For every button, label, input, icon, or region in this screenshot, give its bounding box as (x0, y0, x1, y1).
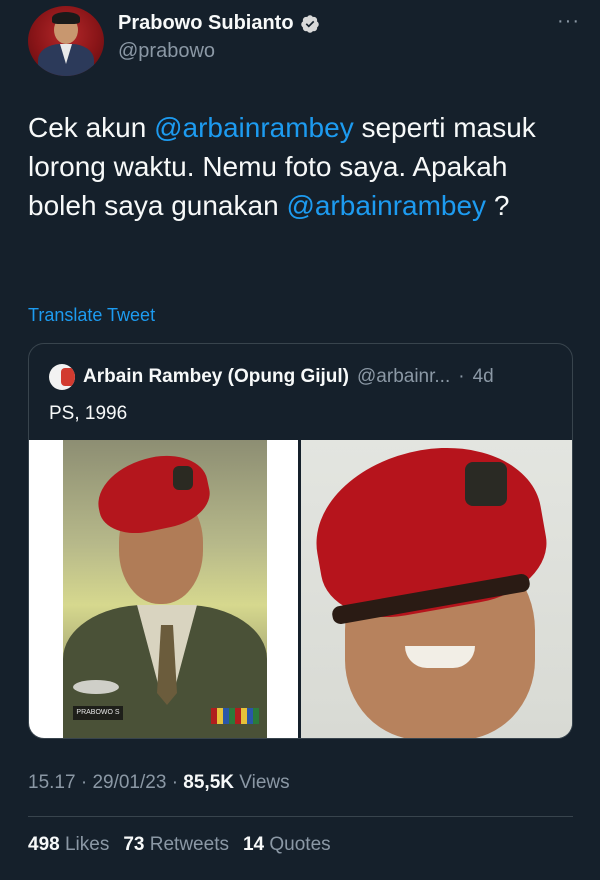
quoted-separator: · (458, 366, 465, 387)
meta-separator: · (80, 772, 88, 793)
views-count: 85,5K (183, 772, 234, 793)
quotes-count: 14 (242, 834, 265, 855)
more-options-icon[interactable]: ··· (557, 10, 580, 33)
views-label: Views (239, 772, 290, 793)
verified-badge-icon (300, 14, 319, 33)
quoted-author-name[interactable]: Arbain Rambey (Opung Gijul) (83, 366, 349, 388)
avatar-cap (52, 12, 80, 24)
likes-stat[interactable]: 498 Likes (28, 834, 109, 856)
mention-link[interactable]: @arbainrambey (286, 190, 486, 221)
name-tag: PRABOWO S (73, 706, 123, 720)
mention-link[interactable]: @arbainrambey (154, 112, 354, 143)
retweets-stat[interactable]: 73 Retweets (123, 834, 229, 856)
quoted-tweet-card[interactable]: Arbain Rambey (Opung Gijul) @arbainr... … (28, 343, 573, 739)
tweet-text-part: Cek akun (28, 112, 155, 143)
quoted-tweet-text: PS, 1996 (49, 403, 128, 424)
retweets-label: Retweets (149, 834, 229, 855)
author-name[interactable]: Prabowo Subianto (118, 12, 294, 35)
divider (28, 816, 573, 817)
wings-insignia-shape (73, 680, 119, 694)
tweet-text: Cek akun @arbainrambey seperti masuk lor… (28, 108, 573, 225)
likes-label: Likes (64, 834, 110, 855)
retweets-count: 73 (123, 834, 145, 855)
quoted-author-avatar[interactable] (49, 364, 75, 390)
translate-tweet-link[interactable]: Translate Tweet (28, 305, 155, 326)
tweet-date[interactable]: 29/01/23 (92, 772, 166, 793)
quoted-tweet-header: Arbain Rambey (Opung Gijul) @arbainr... … (49, 364, 494, 390)
author-avatar[interactable] (28, 6, 104, 76)
tweet-meta: 15.17 · 29/01/23 · 85,5K Views (28, 772, 290, 794)
quoted-media-grid: PRABOWO S (29, 440, 572, 738)
smile-shape (404, 646, 475, 668)
likes-count: 498 (28, 834, 60, 855)
quotes-label: Quotes (269, 834, 331, 855)
beret-badge-shape (464, 462, 507, 506)
photo-2-image (300, 440, 572, 738)
quoted-photo-2[interactable] (300, 440, 572, 738)
quoted-author-handle[interactable]: @arbainr... (357, 366, 450, 388)
meta-separator: · (171, 772, 179, 793)
engagement-stats: 498 Likes 73 Retweets 14 Quotes (28, 834, 331, 856)
medal-ribbons-shape (211, 708, 259, 724)
author-handle[interactable]: @prabowo (118, 40, 215, 63)
beret-badge-shape (173, 466, 193, 490)
tweet-text-part: ? (486, 190, 510, 221)
photo-1-image: PRABOWO S (63, 440, 267, 738)
author-name-row: Prabowo Subianto (118, 12, 320, 35)
quoted-photo-1[interactable]: PRABOWO S (29, 440, 298, 738)
quotes-stat[interactable]: 14 Quotes (243, 834, 331, 856)
tweet-time[interactable]: 15.17 (28, 772, 76, 793)
quoted-timestamp[interactable]: 4d (473, 366, 494, 388)
tweet-header: Prabowo Subianto @prabowo ··· (28, 6, 580, 76)
